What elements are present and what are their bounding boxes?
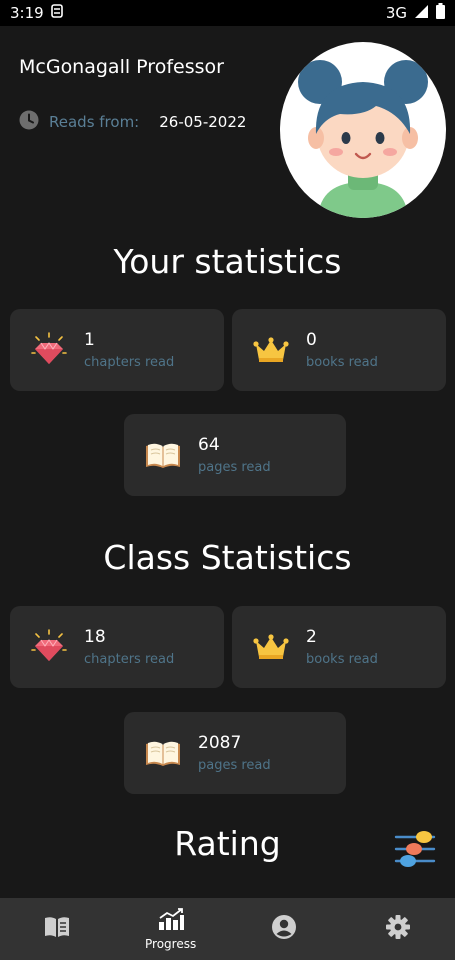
bar-chart-icon: [157, 907, 185, 935]
your-chapters-value: 1: [84, 330, 95, 350]
reads-from-label: Reads from:: [49, 113, 140, 131]
your-pages-card: 64 pages read: [124, 414, 346, 496]
nav-progress-label: Progress: [145, 937, 197, 951]
battery-icon: [436, 3, 445, 23]
book-icon: [144, 734, 182, 772]
class-books-label: books read: [306, 652, 378, 667]
reads-from-date: 26-05-2022: [159, 113, 247, 131]
your-books-value: 0: [306, 330, 317, 350]
book-icon: [144, 436, 182, 474]
your-chapters-card: 1 chapters read: [10, 309, 224, 391]
class-chapters-label: chapters read: [84, 652, 175, 667]
your-statistics-title: Your statistics: [113, 242, 342, 281]
nav-profile[interactable]: [228, 898, 342, 960]
filter-sliders-button[interactable]: [392, 826, 438, 872]
status-time: 3:19: [10, 4, 44, 22]
ruby-icon: [30, 331, 68, 369]
profile-name: McGonagall Professor: [19, 56, 224, 78]
avatar: [280, 42, 446, 218]
signal-icon: [414, 4, 429, 23]
clock-icon: [19, 110, 39, 134]
class-pages-label: pages read: [198, 758, 271, 773]
rating-title: Rating: [174, 824, 281, 863]
crown-icon: [252, 628, 290, 666]
sliders-icon: [394, 831, 436, 867]
open-book-icon: [43, 915, 71, 943]
your-pages-value: 64: [198, 435, 220, 455]
notification-icon: [50, 4, 63, 22]
class-pages-card: 2087 pages read: [124, 712, 346, 794]
your-pages-label: pages read: [198, 460, 271, 475]
status-bar: 3:19 3G: [0, 0, 455, 26]
nav-library[interactable]: [0, 898, 114, 960]
class-books-card: 2 books read: [232, 606, 446, 688]
class-chapters-value: 18: [84, 627, 106, 647]
your-books-card: 0 books read: [232, 309, 446, 391]
your-books-label: books read: [306, 355, 378, 370]
class-pages-value: 2087: [198, 733, 242, 753]
crown-icon: [252, 331, 290, 369]
gear-icon: [385, 914, 411, 944]
bottom-navigation: Progress: [0, 898, 455, 960]
ruby-icon: [30, 628, 68, 666]
class-books-value: 2: [306, 627, 317, 647]
reads-from-row: Reads from: 26-05-2022: [19, 110, 246, 134]
your-chapters-label: chapters read: [84, 355, 175, 370]
account-circle-icon: [271, 914, 297, 944]
progress-screen: McGonagall Professor Reads from: 26-05-2…: [0, 26, 455, 898]
nav-progress[interactable]: Progress: [114, 898, 228, 960]
nav-settings[interactable]: [341, 898, 455, 960]
network-type: 3G: [385, 4, 407, 22]
class-chapters-card: 18 chapters read: [10, 606, 224, 688]
class-statistics-title: Class Statistics: [103, 538, 352, 577]
